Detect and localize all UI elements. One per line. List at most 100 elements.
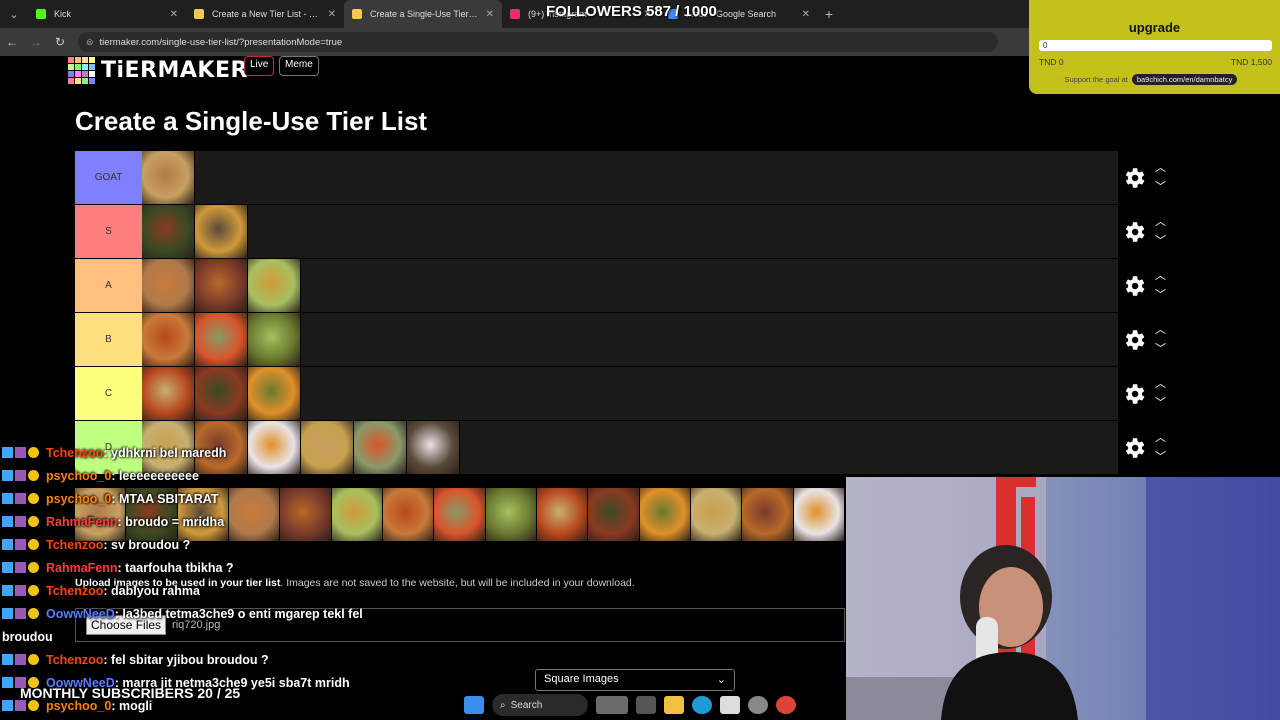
url-input[interactable]: ⊜ tiermaker.com/single-use-tier-list/?pr… (78, 32, 998, 52)
gear-icon[interactable] (1121, 435, 1147, 461)
gear-icon[interactable] (1121, 219, 1147, 245)
store-icon[interactable] (720, 696, 740, 714)
food-item-image[interactable] (407, 421, 460, 474)
chevron-up-icon[interactable]: ︿ (1155, 429, 1166, 448)
food-item-image[interactable] (195, 259, 248, 312)
badge-icon (28, 562, 39, 573)
upgrade-goal-widget: upgrade 0 TND 0 TND 1,500 ♥ Support the … (1029, 0, 1280, 94)
chevron-down-icon[interactable]: ﹀ (1155, 286, 1166, 305)
food-item-image[interactable] (588, 488, 640, 541)
food-item-image[interactable] (248, 259, 301, 312)
food-item-image[interactable] (248, 313, 301, 366)
gear-icon[interactable] (1121, 165, 1147, 191)
tier-items[interactable] (142, 205, 1118, 258)
food-item-image[interactable] (331, 488, 383, 541)
close-tab-icon[interactable]: ✕ (802, 9, 810, 20)
followers-counter: FOLLOWERS 587 / 1000 (546, 3, 717, 20)
tab-tiermaker-new[interactable]: Create a New Tier List - TierMaker ✕ (186, 0, 344, 28)
chevron-down-icon[interactable]: ﹀ (1155, 178, 1166, 197)
tier-label[interactable]: S (75, 205, 142, 258)
edge-icon[interactable] (692, 696, 712, 714)
food-item-image[interactable] (142, 259, 195, 312)
chat-message: RahmaFenn: broudo = mridha (2, 515, 224, 529)
tier-label[interactable]: A (75, 259, 142, 312)
chevron-up-icon[interactable]: ︿ (1155, 321, 1166, 340)
chat-message: Tchenzoo: fel sbitar yjibou broudou ? (2, 653, 269, 667)
chevron-down-icon[interactable]: ﹀ (1155, 394, 1166, 413)
food-item-image[interactable] (382, 488, 435, 541)
chat-text: : MTAA SBITARAT (111, 492, 219, 506)
tab-kick[interactable]: Kick ✕ (28, 0, 186, 28)
food-item-image[interactable] (354, 421, 407, 474)
settings-icon[interactable] (748, 696, 768, 714)
food-item-image[interactable] (228, 488, 281, 541)
chrome-icon[interactable] (776, 696, 796, 714)
image-shape-select[interactable]: Square Images ⌄ (535, 669, 735, 691)
logo-grid-icon (68, 56, 95, 84)
tier-items[interactable] (142, 313, 1118, 366)
tier-items[interactable] (142, 421, 1118, 474)
tab-search-icon[interactable]: ⌄ (0, 0, 28, 28)
taskbar-search[interactable]: ⌕ Search (492, 694, 588, 716)
food-item-image[interactable] (248, 421, 301, 474)
close-tab-icon[interactable]: ✕ (328, 9, 336, 20)
food-item-image[interactable] (142, 313, 195, 366)
task-view-icon[interactable] (636, 696, 656, 714)
live-button[interactable]: Live (244, 56, 275, 76)
forward-arrow-icon[interactable]: → (24, 35, 48, 49)
chevron-down-icon: ⌄ (716, 674, 726, 686)
back-arrow-icon[interactable]: ← (0, 35, 24, 49)
tiermaker-logo[interactable]: TiERMAKER (68, 56, 248, 84)
reorder-arrows: ︿ ﹀ (1155, 321, 1166, 359)
food-item-image[interactable] (195, 205, 248, 258)
chat-username: Tchenzoo (46, 584, 104, 598)
food-item-image[interactable] (142, 205, 195, 258)
food-item-image[interactable] (301, 421, 354, 474)
widgets-icon[interactable] (596, 696, 628, 714)
meme-button[interactable]: Meme (279, 56, 319, 76)
gear-icon[interactable] (1121, 381, 1147, 407)
chat-message: RahmaFenn: taarfouha tbikha ? (2, 561, 234, 575)
gear-icon[interactable] (1121, 273, 1147, 299)
file-explorer-icon[interactable] (664, 696, 684, 714)
chevron-up-icon[interactable]: ︿ (1155, 375, 1166, 394)
chevron-down-icon[interactable]: ﹀ (1155, 340, 1166, 359)
food-item-image[interactable] (742, 488, 794, 541)
food-item-image[interactable] (536, 488, 589, 541)
food-item-image[interactable] (195, 367, 248, 420)
gear-icon[interactable] (1121, 327, 1147, 353)
chevron-up-icon[interactable]: ︿ (1155, 213, 1166, 232)
tier-items[interactable] (142, 259, 1118, 312)
food-item-image[interactable] (280, 488, 332, 541)
badge-icon (2, 516, 13, 527)
tier-label[interactable]: C (75, 367, 142, 420)
new-tab-button[interactable]: + (818, 6, 840, 22)
food-item-image[interactable] (690, 488, 743, 541)
food-item-image[interactable] (639, 488, 691, 541)
reload-icon[interactable]: ↻ (48, 35, 72, 49)
close-tab-icon[interactable]: ✕ (170, 9, 178, 20)
site-info-icon[interactable]: ⊜ (86, 37, 94, 48)
food-item-image[interactable] (248, 367, 301, 420)
food-item-image[interactable] (195, 313, 248, 366)
taskbar: ⌕ Search (460, 690, 820, 720)
chevron-down-icon[interactable]: ﹀ (1155, 232, 1166, 251)
badge-icon (15, 470, 26, 481)
tab-tiermaker-single-use[interactable]: Create a Single-Use Tier List (P... ✕ (344, 0, 502, 28)
chat-badges (2, 469, 46, 483)
food-item-image[interactable] (142, 151, 195, 204)
food-item-image[interactable] (142, 367, 195, 420)
windows-start-icon[interactable] (464, 696, 484, 714)
tier-label[interactable]: GOAT (75, 151, 142, 204)
chevron-up-icon[interactable]: ︿ (1155, 267, 1166, 286)
chevron-up-icon[interactable]: ︿ (1155, 159, 1166, 178)
food-item-image[interactable] (434, 488, 486, 541)
close-tab-icon[interactable]: ✕ (486, 9, 494, 20)
food-item-image[interactable] (485, 488, 537, 541)
tier-items[interactable] (142, 151, 1118, 204)
chevron-down-icon[interactable]: ﹀ (1155, 448, 1166, 467)
tier-label[interactable]: B (75, 313, 142, 366)
badge-icon (28, 516, 39, 527)
food-item-image[interactable] (793, 488, 845, 541)
tier-items[interactable] (142, 367, 1118, 420)
